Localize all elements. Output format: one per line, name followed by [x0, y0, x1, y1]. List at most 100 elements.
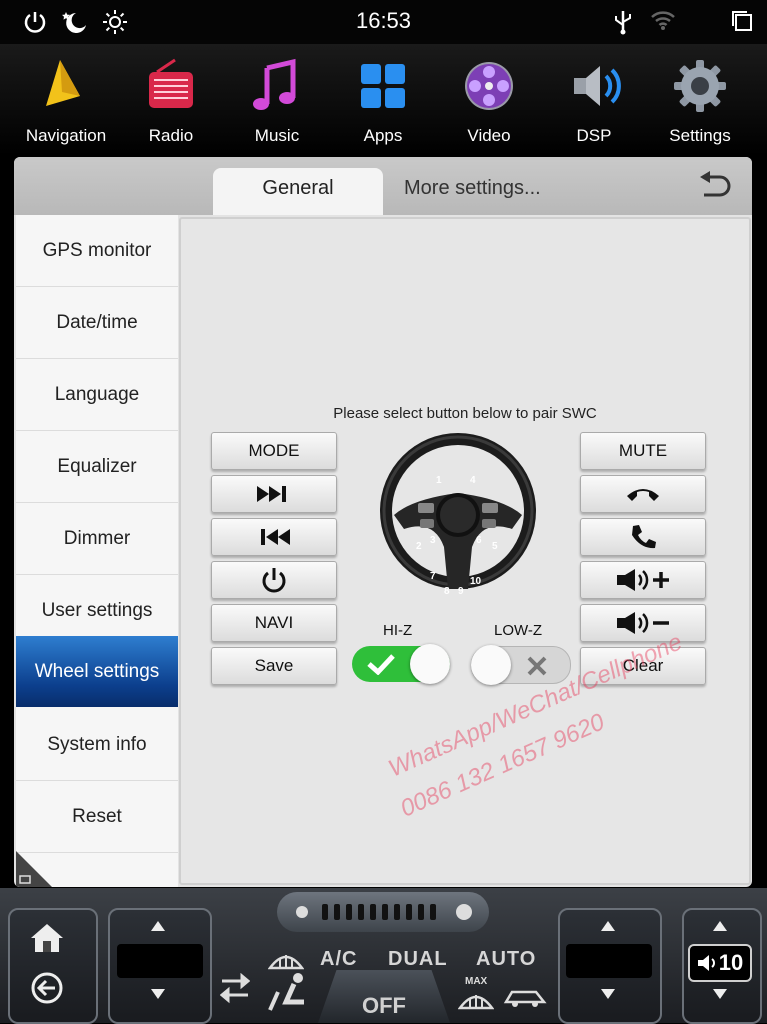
sidebar-item-dimmer[interactable]: Dimmer [16, 503, 178, 575]
home-icon [31, 924, 63, 952]
chevron-down-icon [151, 989, 165, 999]
volume-down-button[interactable] [702, 984, 738, 1004]
right-temp-display [566, 944, 652, 978]
app-video[interactable]: Video [436, 56, 542, 146]
wheel-number: 9 [458, 586, 464, 597]
swc-next-button[interactable] [211, 475, 337, 513]
wheel-number: 1 [436, 475, 442, 486]
settings-sidebar: GPS monitor Date/time Language Equalizer… [16, 215, 178, 887]
app-navigation[interactable]: Navigation [13, 56, 119, 146]
back-icon[interactable] [698, 171, 732, 201]
switch-knob [471, 645, 511, 685]
close-icon [527, 656, 547, 676]
sidebar-item-wheel-settings[interactable]: Wheel settings [16, 636, 178, 707]
radio-icon [149, 58, 193, 108]
front-defrost-icon[interactable] [268, 946, 304, 972]
wheel-number: 10 [470, 576, 482, 587]
call-answer-icon [632, 525, 656, 549]
air-recirculation-icon[interactable] [220, 973, 250, 1009]
tab-more-settings[interactable]: More settings... [404, 168, 541, 215]
volume-up-button[interactable] [702, 916, 738, 936]
hi-z-label: HI-Z [383, 622, 413, 639]
low-z-label: LOW-Z [494, 622, 543, 639]
sidebar-item-equalizer[interactable]: Equalizer [16, 431, 178, 503]
hang-up-icon [627, 489, 659, 501]
seat-airflow-icon[interactable] [268, 970, 314, 1014]
settings-panel: General More settings... GPS monitor Dat… [14, 157, 752, 887]
status-bar: 16:53 [0, 0, 767, 44]
app-bar: Navigation Radio Music Apps Video DSP Se… [0, 44, 767, 156]
hi-z-switch[interactable] [352, 644, 450, 684]
usb-icon [615, 11, 631, 35]
wheel-number: 6 [476, 535, 482, 546]
volume-up-icon [617, 569, 669, 591]
recent-apps-icon[interactable] [730, 9, 754, 33]
volume-display: 10 [688, 944, 752, 982]
back-arrow-icon [31, 972, 63, 1004]
swc-volume-down-button[interactable] [580, 604, 706, 642]
ac-button[interactable]: A/C [320, 948, 357, 971]
app-music[interactable]: Music [224, 56, 330, 146]
apps-icon [361, 64, 405, 108]
wheel-number: 2 [416, 541, 422, 552]
swc-mode-button[interactable]: MODE [211, 432, 337, 470]
fan-speed-scale [296, 904, 472, 920]
home-button[interactable] [22, 918, 72, 958]
speaker-icon [697, 955, 715, 971]
music-icon [253, 58, 296, 110]
fan-speed-control[interactable] [277, 892, 489, 932]
back-button[interactable] [22, 968, 72, 1008]
swc-volume-up-button[interactable] [580, 561, 706, 599]
app-dsp[interactable]: DSP [541, 56, 647, 146]
swc-previous-button[interactable] [211, 518, 337, 556]
left-temp-up-button[interactable] [140, 916, 176, 936]
dsp-icon [574, 66, 621, 106]
chevron-up-icon [713, 921, 727, 931]
low-z-switch[interactable] [471, 645, 571, 685]
swc-navi-button[interactable]: NAVI [211, 604, 337, 642]
wifi-icon [651, 11, 675, 30]
wheel-number: 3 [430, 535, 436, 546]
tab-bar: General More settings... [14, 157, 752, 215]
steering-wheel-image: 1 2 3 4 5 6 7 8 9 10 [380, 433, 536, 597]
right-temp-up-button[interactable] [590, 916, 626, 936]
swc-mute-button[interactable]: MUTE [580, 432, 706, 470]
dual-button[interactable]: DUAL [388, 948, 448, 971]
rear-defrost-icon[interactable] [502, 984, 548, 1010]
sidebar-item-date-time[interactable]: Date/time [16, 287, 178, 359]
previous-track-icon [261, 529, 290, 545]
left-temp-display [117, 944, 203, 978]
swc-hang-up-button[interactable] [580, 475, 706, 513]
app-radio[interactable]: Radio [118, 56, 224, 146]
max-defrost-icon[interactable] [458, 986, 494, 1012]
sidebar-item-reset[interactable]: Reset [16, 781, 178, 853]
power-icon [262, 568, 286, 593]
switch-knob [410, 644, 450, 684]
video-icon [465, 62, 513, 110]
app-apps[interactable]: Apps [330, 56, 436, 146]
swc-answer-button[interactable] [580, 518, 706, 556]
off-button[interactable]: OFF [318, 970, 450, 1023]
wheel-number: 5 [492, 541, 498, 552]
save-button[interactable]: Save [211, 647, 337, 685]
wheel-number: 8 [444, 586, 450, 597]
swc-power-button[interactable] [211, 561, 337, 599]
auto-button[interactable]: AUTO [476, 948, 536, 971]
tab-general[interactable]: General [213, 168, 383, 215]
app-settings[interactable]: Settings [647, 56, 753, 146]
corner-resize-icon [16, 851, 52, 887]
swc-prompt: Please select button below to pair SWC [333, 405, 597, 422]
sidebar-item-system-info[interactable]: System info [16, 709, 178, 781]
climate-dock: A/C DUAL AUTO OFF MAX [0, 888, 767, 1024]
sidebar-item-language[interactable]: Language [16, 359, 178, 431]
right-temp-down-button[interactable] [590, 984, 626, 1004]
chevron-down-icon [601, 989, 615, 999]
chevron-up-icon [601, 921, 615, 931]
sidebar-item-gps-monitor[interactable]: GPS monitor [16, 215, 178, 287]
chevron-down-icon [713, 989, 727, 999]
navigation-icon [46, 60, 80, 106]
chevron-up-icon [151, 921, 165, 931]
check-icon [367, 654, 395, 675]
settings-icon [674, 60, 726, 112]
left-temp-down-button[interactable] [140, 984, 176, 1004]
